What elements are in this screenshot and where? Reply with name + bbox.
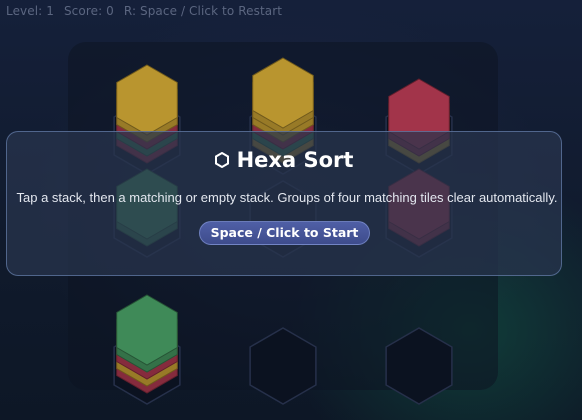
hex-stack[interactable] [113,294,181,405]
hex-slot[interactable] [385,327,453,405]
modal-title-text: Hexa Sort [236,148,354,172]
hex-stack[interactable] [249,327,317,405]
modal-description: Tap a stack, then a matching or empty st… [16,190,558,205]
hexagon-icon [214,152,229,168]
start-button[interactable]: Space / Click to Start [199,221,370,245]
game-stage[interactable]: Level: 1 Score: 0 R: Space / Click to Rest… [0,0,582,420]
hex-stack[interactable] [385,327,453,405]
start-modal: Hexa Sort Tap a stack, then a matching o… [6,131,562,276]
hex-slot[interactable] [249,327,317,405]
modal-title: Hexa Sort [7,148,561,172]
